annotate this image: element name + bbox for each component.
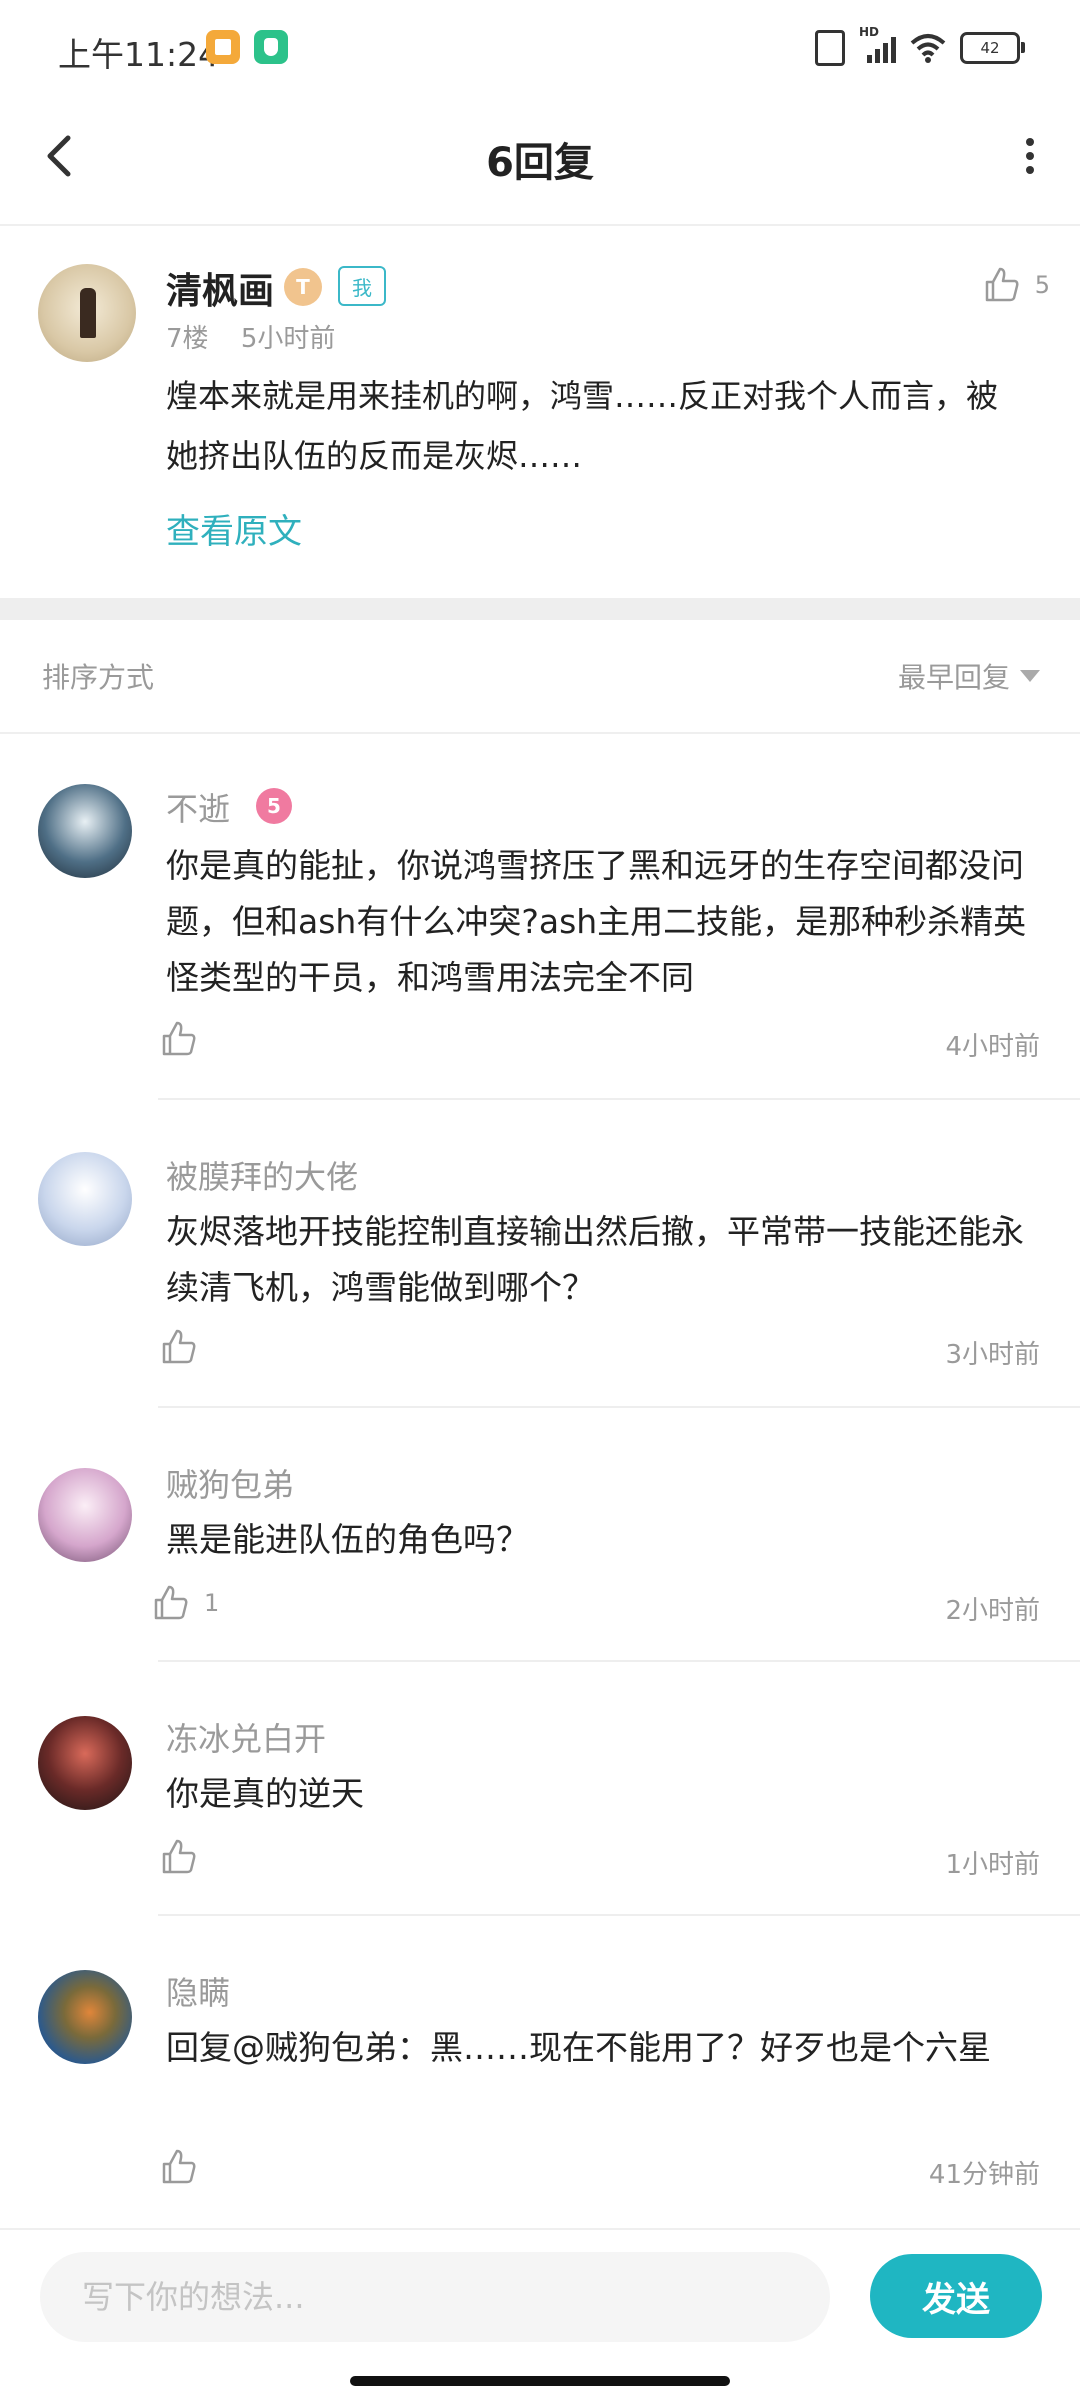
post-time: 5小时前 — [240, 324, 336, 354]
more-vertical-icon[interactable] — [1010, 126, 1050, 186]
post-author-name[interactable]: 清枫画 — [166, 262, 274, 314]
header-bar: 6回复 — [0, 96, 1080, 226]
avatar[interactable] — [38, 1970, 132, 2064]
comment-like-button[interactable] — [160, 1020, 212, 1058]
post-content: 煌本来就是用来挂机的啊，鸿雪……反正对我个人而言，被她挤出队伍的反而是灰烬…… — [166, 377, 999, 475]
comment-content: 你是真的逆天 — [166, 1774, 364, 1813]
screen-rotation-icon — [815, 30, 845, 66]
sort-bar: 排序方式 最早回复 — [0, 620, 1080, 734]
post-meta: 7楼 5小时前 — [166, 318, 359, 355]
avatar[interactable] — [38, 1716, 132, 1810]
level-badge: 5 — [256, 788, 292, 824]
thumbs-up-icon — [162, 1839, 196, 1874]
avatar[interactable] — [38, 1152, 132, 1246]
post-like-button[interactable]: 5 — [983, 266, 1050, 304]
thumbs-up-icon — [162, 2149, 196, 2184]
security-app-icon — [254, 30, 288, 64]
thumbs-up-icon — [154, 1585, 188, 1620]
comment-time: 1小时前 — [945, 1850, 1040, 1880]
level-badge: T — [284, 268, 322, 306]
battery-icon: 42 — [960, 32, 1025, 64]
thumbs-up-icon — [985, 267, 1019, 302]
sort-dropdown[interactable]: 最早回复 — [898, 656, 1040, 696]
caret-down-icon — [1020, 670, 1040, 682]
comment-time: 41分钟前 — [928, 2160, 1040, 2190]
avatar[interactable] — [38, 264, 136, 362]
comment-like-button[interactable] — [160, 1838, 212, 1876]
main-post: 清枫画 T 我 7楼 5小时前 5 煌本来就是用来挂机的啊，鸿雪……反正对我个人… — [0, 226, 1080, 598]
comment-item: 冻冰兑白开 你是真的逆天 1小时前 — [0, 1662, 1080, 1916]
comment-author-name[interactable]: 冻冰兑白开 — [166, 1714, 326, 1760]
cellular-signal-icon: HD — [859, 25, 896, 63]
comment-time: 2小时前 — [945, 1596, 1040, 1626]
sort-selected: 最早回复 — [897, 661, 1010, 694]
comment-like-button[interactable]: 1 — [152, 1584, 219, 1622]
avatar[interactable] — [38, 1468, 132, 1562]
home-indicator[interactable] — [350, 2376, 730, 2386]
comment-author-name[interactable]: 不逝 — [166, 784, 230, 830]
status-bar: 上午11:24 HD 42 — [0, 0, 1080, 96]
network-type-label: HD — [859, 25, 880, 39]
status-time: 上午11:24 — [58, 35, 220, 74]
post-like-count: 5 — [1034, 271, 1050, 299]
section-divider — [0, 598, 1080, 620]
sort-label: 排序方式 — [42, 661, 155, 694]
comment-like-count: 1 — [204, 1589, 220, 1617]
post-floor: 7楼 — [166, 324, 209, 354]
status-indicators: HD 42 — [815, 25, 1025, 68]
comment-author-name[interactable]: 贼狗包弟 — [166, 1460, 294, 1506]
comment-content: 回复@贼狗包弟：黑……现在不能用了？好歹也是个六星 — [166, 2028, 991, 2067]
send-button[interactable]: 发送 — [870, 2254, 1042, 2338]
comment-item: 不逝 5 你是真的能扯，你说鸿雪挤压了黑和远牙的生存空间都没问题，但和ash有什… — [0, 734, 1080, 1100]
comment-item: 被膜拜的大佬 灰烬落地开技能控制直接输出然后撤，平常带一技能还能永续清飞机，鸿雪… — [0, 1100, 1080, 1408]
comment-content: 黑是能进队伍的角色吗？ — [166, 1520, 529, 1559]
comment-item: 贼狗包弟 黑是能进队伍的角色吗？ 1 2小时前 — [0, 1408, 1080, 1662]
comment-like-button[interactable] — [160, 2148, 212, 2186]
comment-author-name[interactable]: 隐瞒 — [166, 1968, 230, 2014]
me-badge: 我 — [338, 266, 386, 306]
comment-author-name[interactable]: 被膜拜的大佬 — [166, 1152, 358, 1198]
comment-time: 4小时前 — [945, 1032, 1040, 1062]
page-title: 6回复 — [486, 140, 594, 186]
comment-like-button[interactable] — [160, 1328, 212, 1366]
comment-item: 隐瞒 回复@贼狗包弟：黑……现在不能用了？好歹也是个六星 41分钟前 — [0, 1916, 1080, 2226]
thumbs-up-icon — [162, 1329, 196, 1364]
wifi-icon — [910, 34, 946, 63]
comment-time: 3小时前 — [945, 1340, 1040, 1370]
notification-app-icon — [206, 30, 240, 64]
thumbs-up-icon — [162, 1021, 196, 1056]
view-original-link[interactable]: 查看原文 — [166, 504, 302, 553]
reply-input[interactable] — [40, 2252, 830, 2342]
comment-content: 你是真的能扯，你说鸿雪挤压了黑和远牙的生存空间都没问题，但和ash有什么冲突?a… — [166, 846, 1027, 997]
avatar[interactable] — [38, 784, 132, 878]
comment-content: 灰烬落地开技能控制直接输出然后撤，平常带一技能还能永续清飞机，鸿雪能做到哪个？ — [166, 1212, 1024, 1307]
